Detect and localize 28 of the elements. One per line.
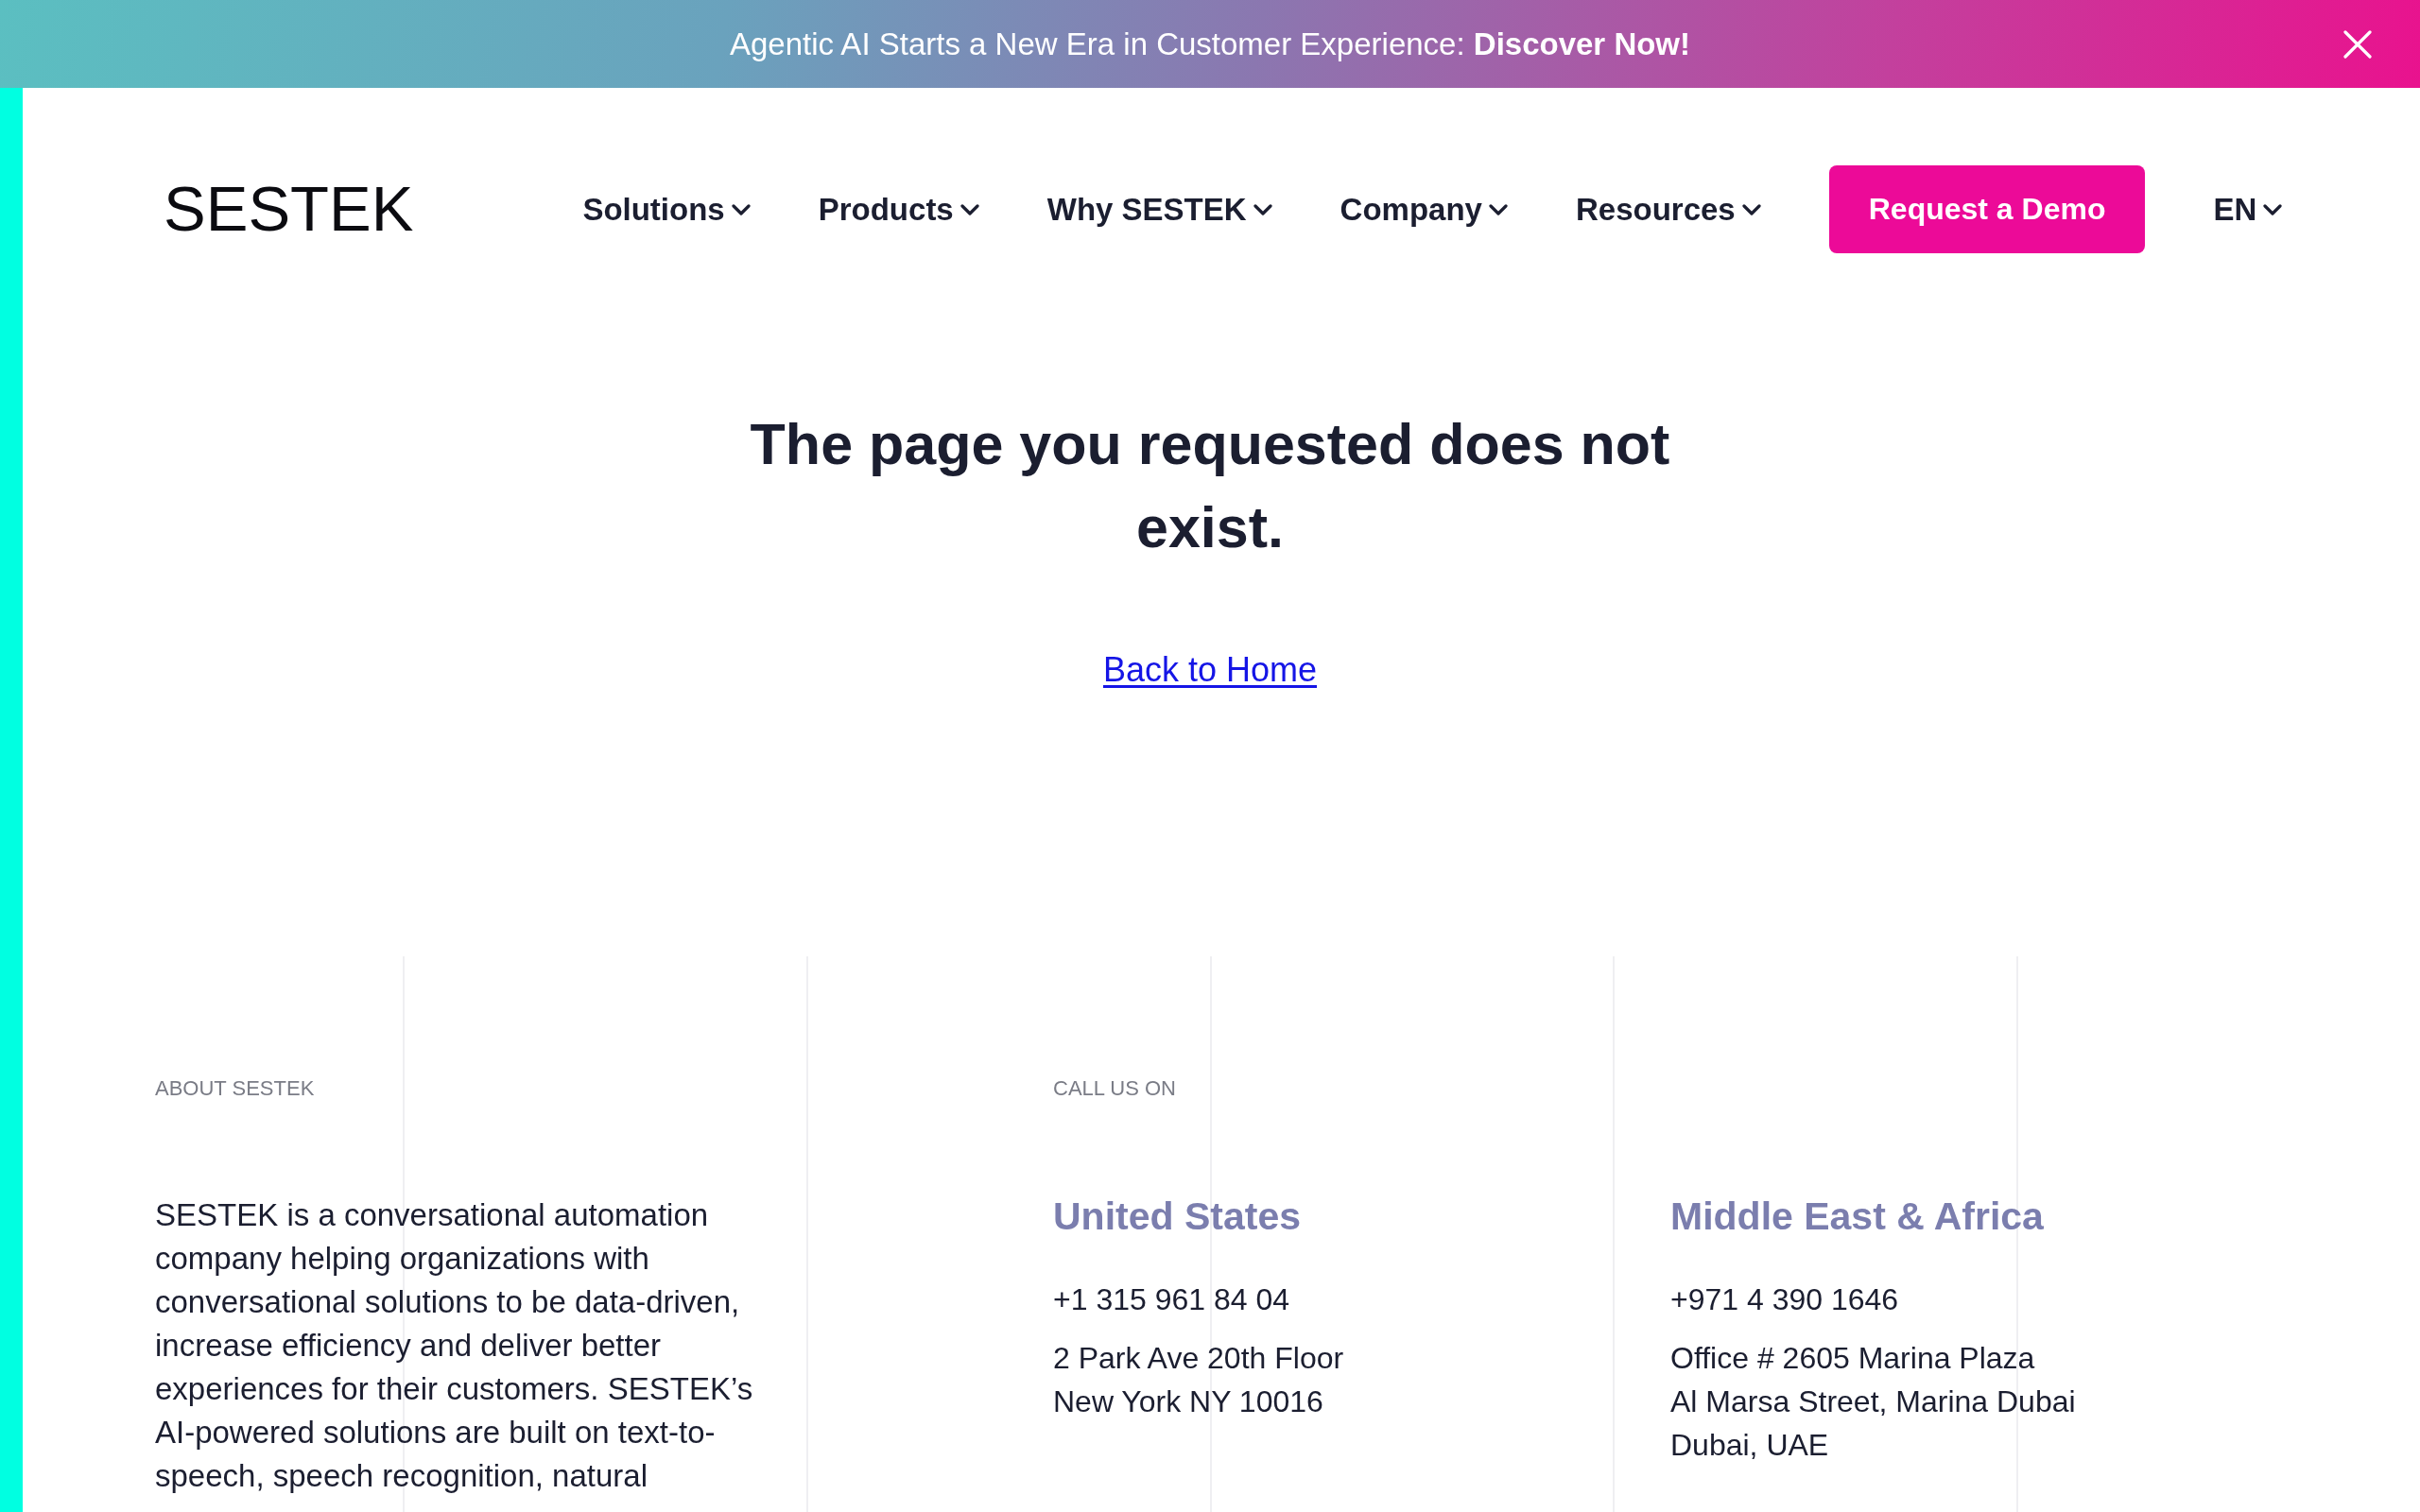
language-selector[interactable]: EN — [2213, 190, 2283, 229]
region-heading: United States — [1053, 1194, 1301, 1240]
about-text: SESTEK is a conversational automation company helping organizations with conversational solutions to be data-driven, increase efficiency and deliver better experiences for their customers. SESTEK’s AI-powered solutions are built on text-to-speech, speech recognition, natural — [155, 1196, 754, 1495]
close-button[interactable] — [2343, 29, 2372, 59]
nav-link[interactable]: Products — [818, 190, 979, 229]
nav-link[interactable]: Company — [1340, 190, 1508, 229]
section-label: CALL US ON — [1053, 1075, 1176, 1102]
section-label: ABOUT SESTEK — [155, 1075, 315, 1102]
back-to-home-link[interactable]: Back to Home — [1102, 648, 1318, 692]
page-heading: The page you requested does not exist. — [749, 411, 1671, 561]
chevron-down-icon — [2263, 203, 2283, 215]
phone-number[interactable]: +971 4 390 1646 — [1670, 1278, 1899, 1321]
phone-number[interactable]: +1 315 961 84 04 — [1053, 1278, 1289, 1321]
nav-link[interactable]: Resources — [1575, 190, 1761, 229]
chevron-down-icon — [1253, 203, 1272, 215]
close-icon — [2343, 29, 2372, 59]
chevron-down-icon — [1741, 203, 1761, 215]
chevron-down-icon — [1488, 203, 1508, 215]
chevron-down-icon — [959, 203, 979, 215]
logo[interactable]: SESTEK — [164, 171, 414, 248]
chevron-down-icon — [731, 203, 751, 215]
request-demo-button[interactable]: Request a Demo — [1828, 165, 2146, 253]
address-text: Office # 2605 Marina Plaza Al Marsa Street, Marina Dubai Dubai, UAE — [1670, 1340, 2076, 1464]
nav-link[interactable]: Solutions — [582, 190, 751, 229]
region-heading: Middle East & Africa — [1670, 1194, 2044, 1240]
address-text: 2 Park Ave 20th Floor New York NY 10016 — [1053, 1340, 1344, 1420]
nav-link[interactable]: Why SESTEK — [1046, 190, 1272, 229]
announcement-text[interactable]: Agentic AI Starts a New Era in Customer Experience: Discover Now! — [729, 25, 1691, 63]
